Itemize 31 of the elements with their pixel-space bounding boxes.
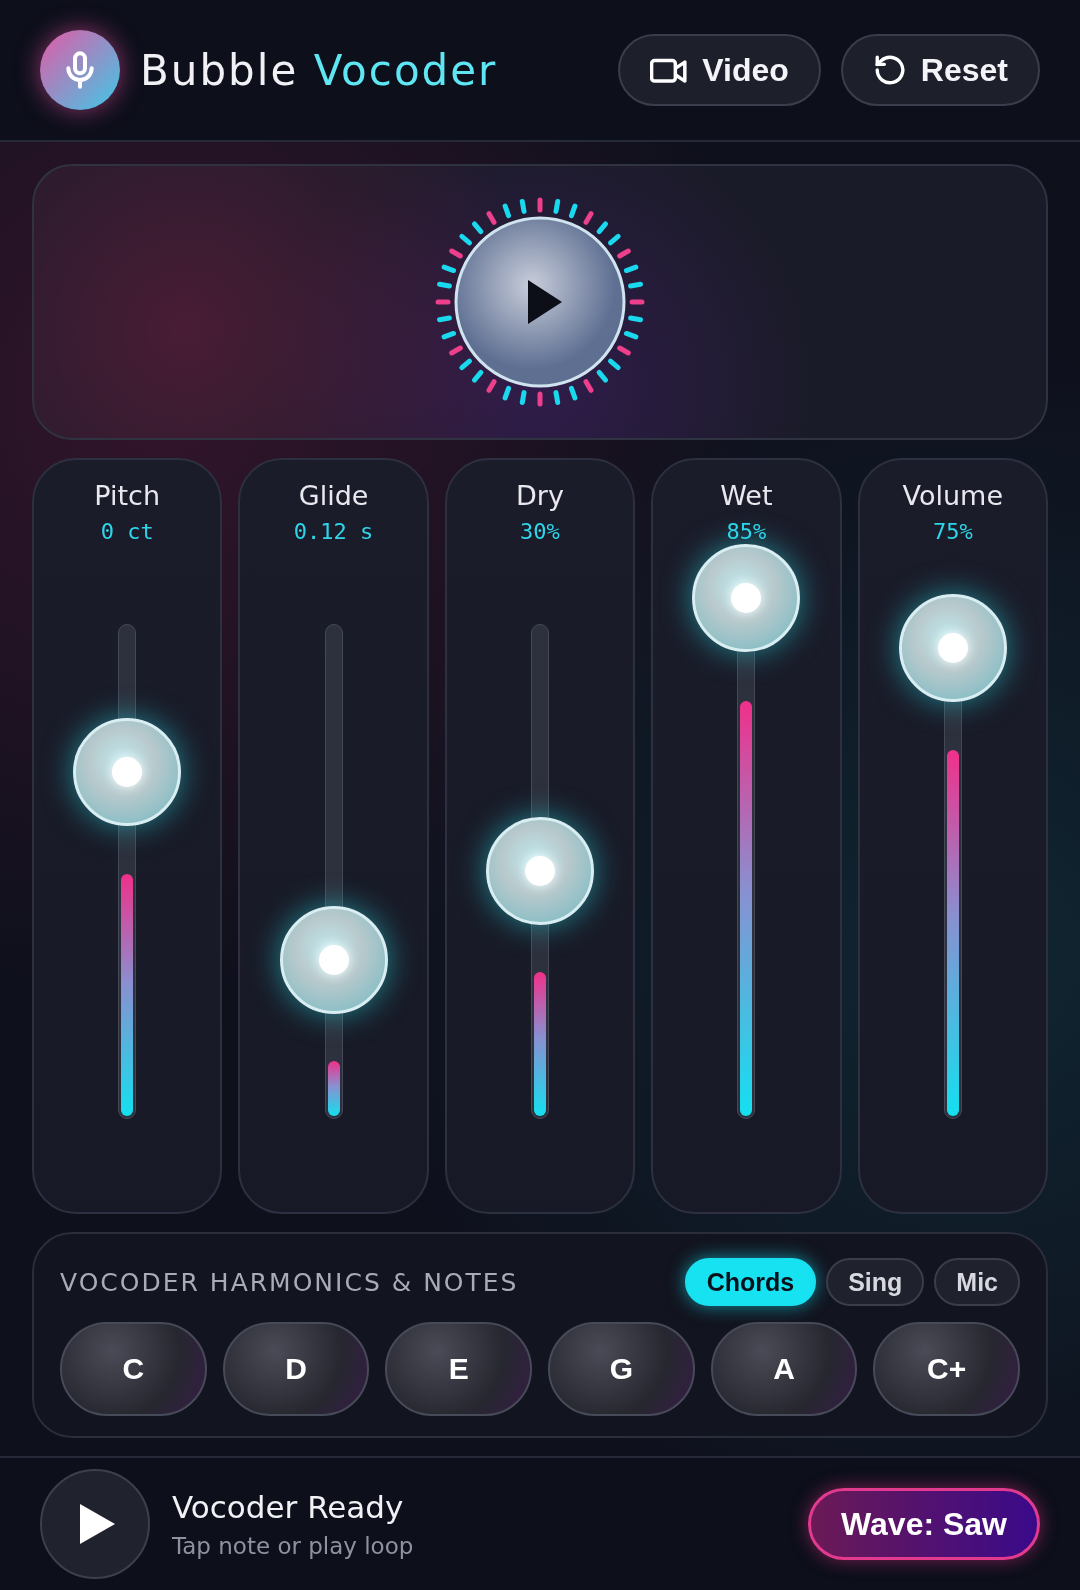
mode-tab[interactable]: Mic (934, 1258, 1020, 1306)
note-button[interactable]: D (222, 1322, 370, 1416)
note-button[interactable]: C+ (873, 1322, 1020, 1416)
note-button[interactable]: G (548, 1322, 695, 1416)
status-text: Vocoder Ready (172, 1489, 405, 1525)
note-button[interactable]: E (385, 1322, 532, 1416)
slider-thumb[interactable] (73, 717, 182, 826)
app-title: Bubble Vocoder (140, 45, 499, 95)
video-button[interactable]: Video (618, 34, 821, 106)
slider-label: Volume (902, 480, 1003, 511)
note-button[interactable]: A (710, 1322, 858, 1416)
slider-thumb[interactable] (486, 816, 594, 925)
slider-label: Wet (720, 480, 773, 511)
slider-value: 0.12 s (293, 519, 374, 544)
note-button[interactable]: C (60, 1322, 207, 1416)
slider-value: 30% (520, 519, 560, 544)
mode-tab[interactable]: Chords (684, 1258, 817, 1306)
slider-label: Dry (516, 480, 564, 511)
slider-label: Glide (298, 480, 369, 511)
mode-tab[interactable]: Sing (826, 1258, 925, 1306)
slider-value: 85% (726, 519, 767, 544)
reset-button[interactable]: Reset (840, 34, 1040, 106)
slider-thumb[interactable] (692, 544, 801, 653)
wave-button[interactable]: Wave: Saw (808, 1488, 1040, 1560)
slider-thumb[interactable] (279, 905, 388, 1014)
slider-value: 75% (932, 519, 973, 544)
section-title: VOCODER HARMONICS & NOTES (60, 1267, 520, 1297)
slider-value: 0 ct (100, 519, 154, 544)
hint-text: Tap note or play loop (172, 1533, 415, 1559)
slider-thumb[interactable] (898, 593, 1007, 702)
slider-label: Pitch (94, 480, 161, 511)
